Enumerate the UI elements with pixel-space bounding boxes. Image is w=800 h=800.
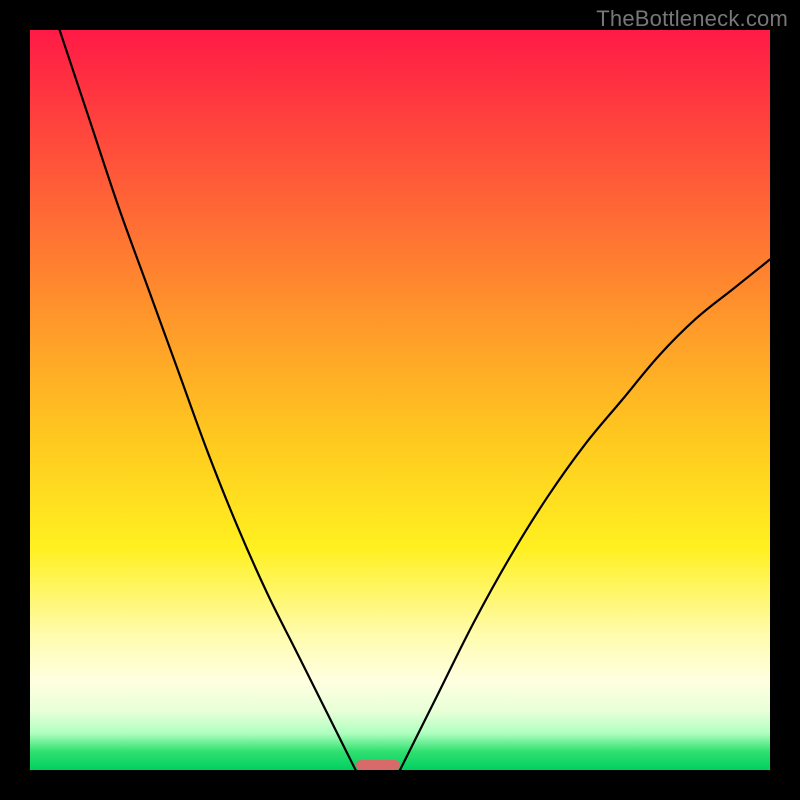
curve-svg xyxy=(30,30,770,770)
chart-frame: TheBottleneck.com xyxy=(0,0,800,800)
curve-left xyxy=(60,30,356,770)
curve-right xyxy=(400,259,770,770)
plot-area xyxy=(30,30,770,770)
bottleneck-marker xyxy=(356,760,400,770)
watermark-text: TheBottleneck.com xyxy=(596,6,788,32)
